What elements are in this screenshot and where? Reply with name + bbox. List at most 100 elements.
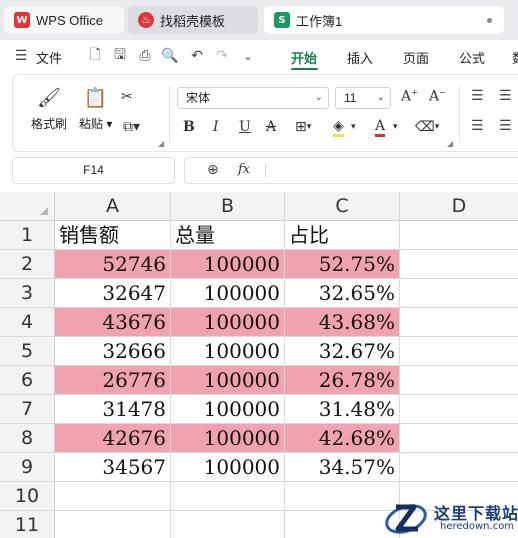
tab-insert[interactable]: 插入 [347, 48, 373, 67]
hamburger-menu-icon[interactable]: ☰ [12, 47, 30, 65]
font-color-icon[interactable]: A [375, 117, 386, 137]
fill-color-icon[interactable]: ◈ [333, 117, 344, 137]
cell-A6[interactable]: 26776 [55, 366, 171, 395]
bold-button[interactable]: B [183, 117, 195, 137]
cell-C1[interactable]: 占比 [285, 221, 400, 250]
row-header-7[interactable]: 7 [0, 395, 55, 424]
cell-B8[interactable]: 100000 [171, 424, 285, 453]
redo-icon[interactable]: ↷ [213, 47, 231, 65]
paste-button[interactable]: 📋 粘贴 ▾ [79, 85, 112, 132]
grow-font-icon[interactable]: A+ [401, 88, 418, 105]
undo-icon[interactable]: ↶ [188, 47, 206, 65]
save-icon[interactable]: 🖫 [111, 47, 129, 65]
cell-D1[interactable] [400, 221, 518, 250]
borders-icon[interactable]: ⊞ ▾ [295, 117, 311, 137]
cell-A2[interactable]: 52746 [55, 250, 171, 279]
font-dialog-launcher-icon[interactable]: ◢ [447, 139, 453, 148]
cell-D5[interactable] [400, 337, 518, 366]
cell-A3[interactable]: 32647 [55, 279, 171, 308]
formula-bar[interactable]: ⊕ fx [184, 157, 518, 184]
name-box[interactable]: F14 [12, 157, 175, 184]
align-center-icon[interactable]: ☰ [499, 118, 512, 134]
cell-C9[interactable]: 34.57% [285, 453, 400, 482]
cell-B3[interactable]: 100000 [171, 279, 285, 308]
cell-C3[interactable]: 32.65% [285, 279, 400, 308]
cell-A8[interactable]: 42676 [55, 424, 171, 453]
tab-page[interactable]: 页面 [403, 48, 429, 67]
cell-C4[interactable]: 43.68% [285, 308, 400, 337]
cell-B4[interactable]: 100000 [171, 308, 285, 337]
clipboard-dialog-launcher-icon[interactable]: ◢ [158, 139, 164, 148]
tab-formula[interactable]: 公式 [459, 48, 485, 67]
row-header-1[interactable]: 1 [0, 221, 55, 250]
cell-D9[interactable] [400, 453, 518, 482]
cell-B6[interactable]: 100000 [171, 366, 285, 395]
cell-A1[interactable]: 销售额 [55, 221, 171, 250]
cell-B10[interactable] [171, 482, 285, 511]
cell-D2[interactable] [400, 250, 518, 279]
row-header-10[interactable]: 10 [0, 482, 55, 511]
align-middle-icon[interactable]: ☰ [499, 88, 512, 104]
tab-data[interactable]: 数 [512, 48, 518, 67]
cell-A9[interactable]: 34567 [55, 453, 171, 482]
select-all-corner[interactable] [0, 192, 55, 221]
cell-B7[interactable]: 100000 [171, 395, 285, 424]
row-header-3[interactable]: 3 [0, 279, 55, 308]
column-header-c[interactable]: C [285, 192, 400, 221]
file-menu[interactable]: 文件 [36, 48, 62, 67]
fx-icon[interactable]: fx [238, 162, 250, 177]
cell-C6[interactable]: 26.78% [285, 366, 400, 395]
cell-D4[interactable] [400, 308, 518, 337]
cell-B1[interactable]: 总量 [171, 221, 285, 250]
strikethrough-button[interactable]: A [266, 117, 276, 137]
chevron-down-icon[interactable]: ▾ [393, 117, 398, 137]
tab-home[interactable]: 开始 [291, 48, 317, 67]
italic-button[interactable]: I [213, 117, 219, 137]
tab-workbook[interactable]: S 工作簿1 [264, 6, 504, 34]
cell-A5[interactable]: 32666 [55, 337, 171, 366]
column-header-d[interactable]: D [400, 192, 518, 221]
unsaved-dot-icon[interactable] [487, 18, 492, 23]
chevron-down-icon[interactable]: ▾ [351, 117, 356, 137]
row-header-6[interactable]: 6 [0, 366, 55, 395]
cell-D7[interactable] [400, 395, 518, 424]
cell-C8[interactable]: 42.68% [285, 424, 400, 453]
cell-A4[interactable]: 43676 [55, 308, 171, 337]
print-icon[interactable]: ⎙ [136, 47, 154, 65]
cell-C10[interactable] [285, 482, 400, 511]
cell-B9[interactable]: 100000 [171, 453, 285, 482]
new-file-icon[interactable]: 🗋 [86, 47, 104, 65]
row-header-4[interactable]: 4 [0, 308, 55, 337]
tab-docer-templates[interactable]: ♨ 找稻壳模板 [128, 6, 258, 34]
cell-B11[interactable] [171, 511, 285, 538]
column-header-a[interactable]: A [55, 192, 171, 221]
format-painter-button[interactable]: 🖌 格式刷 [31, 85, 67, 132]
font-name-select[interactable]: 宋体 ⌄ [177, 87, 329, 109]
cell-C11[interactable] [285, 511, 400, 538]
clear-format-icon[interactable]: ⌫ ▾ [415, 117, 439, 137]
zoom-search-icon[interactable]: ⊕ [207, 162, 219, 178]
cell-C2[interactable]: 52.75% [285, 250, 400, 279]
chevron-down-icon[interactable]: ⌄ [239, 47, 257, 65]
underline-button[interactable]: U [239, 117, 251, 137]
row-header-8[interactable]: 8 [0, 424, 55, 453]
cell-C7[interactable]: 31.48% [285, 395, 400, 424]
row-header-2[interactable]: 2 [0, 250, 55, 279]
tab-wps-office[interactable]: W WPS Office [4, 6, 124, 34]
row-header-9[interactable]: 9 [0, 453, 55, 482]
font-size-select[interactable]: 11 ⌄ [335, 87, 391, 109]
align-top-icon[interactable]: ☰ [471, 88, 484, 104]
cell-D3[interactable] [400, 279, 518, 308]
cut-icon[interactable]: ✂ [121, 87, 133, 107]
cell-C5[interactable]: 32.67% [285, 337, 400, 366]
row-header-11[interactable]: 11 [0, 511, 55, 538]
cell-B2[interactable]: 100000 [171, 250, 285, 279]
cell-A10[interactable] [55, 482, 171, 511]
shrink-font-icon[interactable]: A− [429, 88, 446, 105]
column-header-b[interactable]: B [171, 192, 285, 221]
cell-B5[interactable]: 100000 [171, 337, 285, 366]
align-left-icon[interactable]: ☰ [471, 118, 484, 134]
cell-A7[interactable]: 31478 [55, 395, 171, 424]
cell-D8[interactable] [400, 424, 518, 453]
cell-A11[interactable] [55, 511, 171, 538]
